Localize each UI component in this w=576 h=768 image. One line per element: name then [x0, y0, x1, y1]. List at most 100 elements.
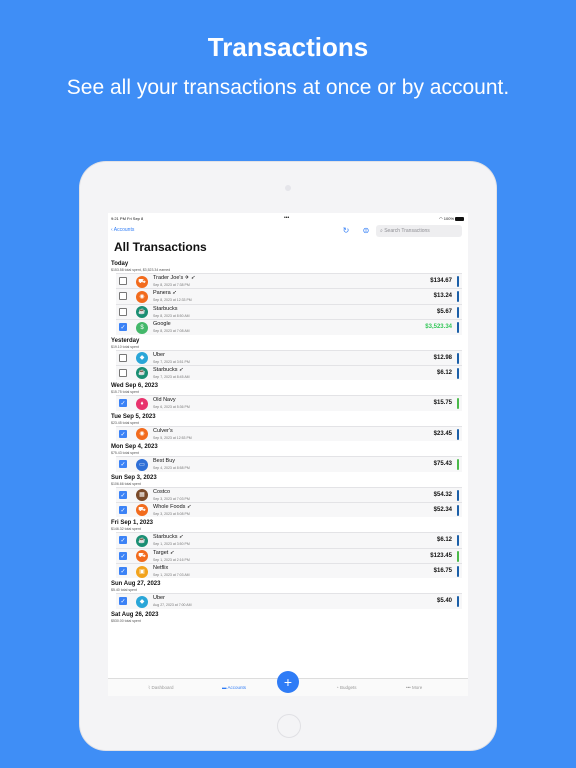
tab-more[interactable]: ••• More	[406, 685, 422, 690]
cart-icon: ⛟	[136, 275, 148, 288]
transaction-amount: $6.12	[436, 537, 452, 544]
account-color-bar	[457, 566, 459, 578]
transaction-amount: $52.34	[433, 506, 452, 513]
transaction-time: Sep 7, 2023 at 3:51 PM	[153, 359, 190, 364]
merchant-name: Trader Joe's ✈ ➶	[153, 275, 196, 281]
reviewed-checkbox[interactable]: ✓	[119, 536, 127, 545]
monitor-icon: ▭	[136, 458, 148, 471]
merchant-name: Culver's	[153, 427, 173, 434]
transaction-amount: $12.98	[433, 354, 452, 361]
transaction-amount: $123.45	[430, 552, 452, 559]
app-screen: 9:21 PM Fri Sep 8 ••• ◠ 100% ‹ Accounts …	[108, 213, 468, 696]
transaction-time: Sep 5, 2023 at 12:53 PM	[153, 435, 192, 440]
account-color-bar	[457, 367, 459, 379]
search-input[interactable]: ⌕ Search Transactions	[376, 225, 462, 237]
transaction-row[interactable]: ✓ ◆ Uber Aug 27, 2023 at 7:00 AM $5.40	[116, 593, 462, 609]
account-color-bar	[457, 428, 459, 440]
transaction-time: Sep 8, 2023 at 8:50 AM	[153, 313, 190, 318]
reviewed-checkbox[interactable]: ✓	[119, 429, 127, 438]
shirt-icon: ♦	[136, 397, 148, 410]
nav-bar: ‹ Accounts ↻ ⊜ ⌕ Search Transactions	[108, 223, 468, 239]
transaction-row[interactable]: ☕ Starbucks Sep 8, 2023 at 8:50 AM $5.67	[116, 303, 462, 320]
transaction-row[interactable]: ⛟ Trader Joe's ✈ ➶ Sep 8, 2023 at 7:38 PM $…	[116, 273, 462, 289]
transaction-row[interactable]: ☕ Starbucks ➶ Sep 7, 2023 at 8:45 AM $6.12	[116, 364, 462, 381]
transaction-row[interactable]: ◆ Uber Sep 7, 2023 at 3:51 PM $12.98	[116, 349, 462, 365]
transaction-row[interactable]: ◉ Panera ➶ Sep 8, 2023 at 12:33 PM $13.24	[116, 288, 462, 304]
tab-bar: ⌇ Dashboard ▬ Accounts + ◔ Budgets ••• M…	[108, 671, 468, 696]
filter-icon[interactable]: ⊜	[361, 226, 371, 236]
page-title: All Transactions	[114, 240, 207, 254]
account-color-bar	[457, 276, 459, 287]
merchant-name: Starbucks ➶	[153, 534, 184, 541]
reviewed-checkbox[interactable]: ✓	[119, 399, 127, 408]
reviewed-checkbox[interactable]: ✓	[119, 490, 127, 499]
back-label: Accounts	[113, 227, 135, 233]
group-summary: $530.00 total spent	[111, 618, 141, 623]
back-button[interactable]: ‹ Accounts	[111, 227, 134, 233]
transaction-row[interactable]: ✓ ▭ Best Buy Sep 4, 2023 at 8:58 PM $75.43	[116, 456, 462, 472]
reviewed-checkbox[interactable]: ✓	[119, 505, 127, 514]
tab-budgets[interactable]: ◔ Budgets	[336, 685, 356, 690]
merchant-name: Starbucks	[153, 305, 178, 312]
hero-title: Transactions	[207, 32, 369, 62]
car-icon: ◆	[136, 352, 148, 365]
refresh-icon[interactable]: ↻	[341, 226, 351, 236]
transaction-time: Sep 6, 2023 at 5:36 PM	[153, 405, 190, 410]
tab-dashboard[interactable]: ⌇ Dashboard	[148, 685, 173, 691]
reviewed-checkbox[interactable]	[119, 277, 127, 285]
transaction-row[interactable]: ✓ $ Google Sep 8, 2023 at 7:08 AM $3,523.34	[116, 319, 462, 335]
multitask-dots[interactable]: •••	[284, 215, 289, 221]
transaction-row[interactable]: ✓ ☕ Starbucks ➶ Sep 1, 2023 at 3:50 PM $6.12	[116, 532, 462, 548]
reviewed-checkbox[interactable]	[119, 292, 127, 301]
transaction-row[interactable]: ✓ ♦ Old Navy Sep 6, 2023 at 5:36 PM $15.75	[116, 395, 462, 411]
account-color-bar	[457, 398, 459, 410]
tab-accounts-label: Accounts	[227, 685, 247, 690]
transaction-row[interactable]: ✓ ◉ Culver's Sep 5, 2023 at 12:53 PM $23.45	[116, 425, 462, 442]
reviewed-checkbox[interactable]	[119, 307, 127, 316]
transaction-time: Aug 27, 2023 at 7:00 AM	[153, 603, 192, 608]
coffee-icon: ☕	[136, 306, 148, 319]
transaction-row[interactable]: ✓ ▦ Costco Sep 3, 2023 at 7:03 PM $54.32	[116, 486, 462, 502]
tab-budgets-label: Budgets	[339, 685, 357, 690]
transaction-time: Sep 7, 2023 at 8:45 AM	[153, 374, 190, 379]
add-transaction-button[interactable]: +	[277, 671, 299, 693]
transaction-row[interactable]: ✓ ▣ Netflix Sep 1, 2023 at 7:03 AM $16.75	[116, 563, 462, 579]
reviewed-checkbox[interactable]: ✓	[119, 567, 127, 576]
account-color-bar	[457, 291, 459, 303]
transaction-time: Sep 1, 2023 at 3:50 PM	[153, 542, 190, 547]
account-color-bar	[457, 550, 459, 562]
tab-accounts[interactable]: ▬ Accounts	[222, 685, 246, 690]
transaction-row[interactable]: ✓ ⛟ Target ➶ Sep 1, 2023 at 2:16 PM $123.45	[116, 547, 462, 564]
account-color-bar	[457, 504, 459, 516]
transaction-amount: $23.45	[433, 430, 452, 437]
food-icon: ◉	[136, 428, 148, 441]
reviewed-checkbox[interactable]: ✓	[119, 597, 127, 606]
tv-icon: ▣	[136, 565, 148, 578]
reviewed-checkbox[interactable]: ✓	[119, 551, 127, 560]
transaction-time: Sep 8, 2023 at 12:33 PM	[153, 298, 192, 303]
transaction-amount: $6.12	[436, 369, 452, 376]
reviewed-checkbox[interactable]	[119, 353, 127, 362]
battery-icon	[455, 216, 464, 221]
reviewed-checkbox[interactable]: ✓	[119, 460, 127, 469]
reviewed-checkbox[interactable]: ✓	[119, 323, 127, 332]
account-color-bar	[457, 459, 459, 471]
account-color-bar	[457, 322, 459, 334]
group-header: Mon Sep 4, 2023	[111, 444, 158, 451]
merchant-name: Uber	[153, 351, 165, 358]
transaction-row[interactable]: ✓ ⛟ Whole Foods ➶ Sep 3, 2023 at 5:08 PM $52…	[116, 501, 462, 518]
transaction-amount: $5.67	[436, 308, 452, 315]
merchant-name: Old Navy	[153, 397, 176, 404]
home-button	[277, 714, 301, 738]
transaction-amount: $3,523.34	[425, 324, 452, 331]
merchant-name: Starbucks ➶	[153, 366, 184, 373]
transaction-amount: $5.40	[436, 598, 452, 605]
merchant-name: Uber	[153, 595, 165, 602]
merchant-name: Google	[153, 321, 171, 328]
coffee-icon: ☕	[136, 367, 148, 380]
transaction-time: Sep 1, 2023 at 7:03 AM	[153, 573, 190, 578]
merchant-name: Netflix	[153, 565, 169, 572]
cart-icon: ⛟	[136, 550, 148, 563]
account-color-bar	[457, 352, 459, 364]
reviewed-checkbox[interactable]	[119, 368, 127, 377]
